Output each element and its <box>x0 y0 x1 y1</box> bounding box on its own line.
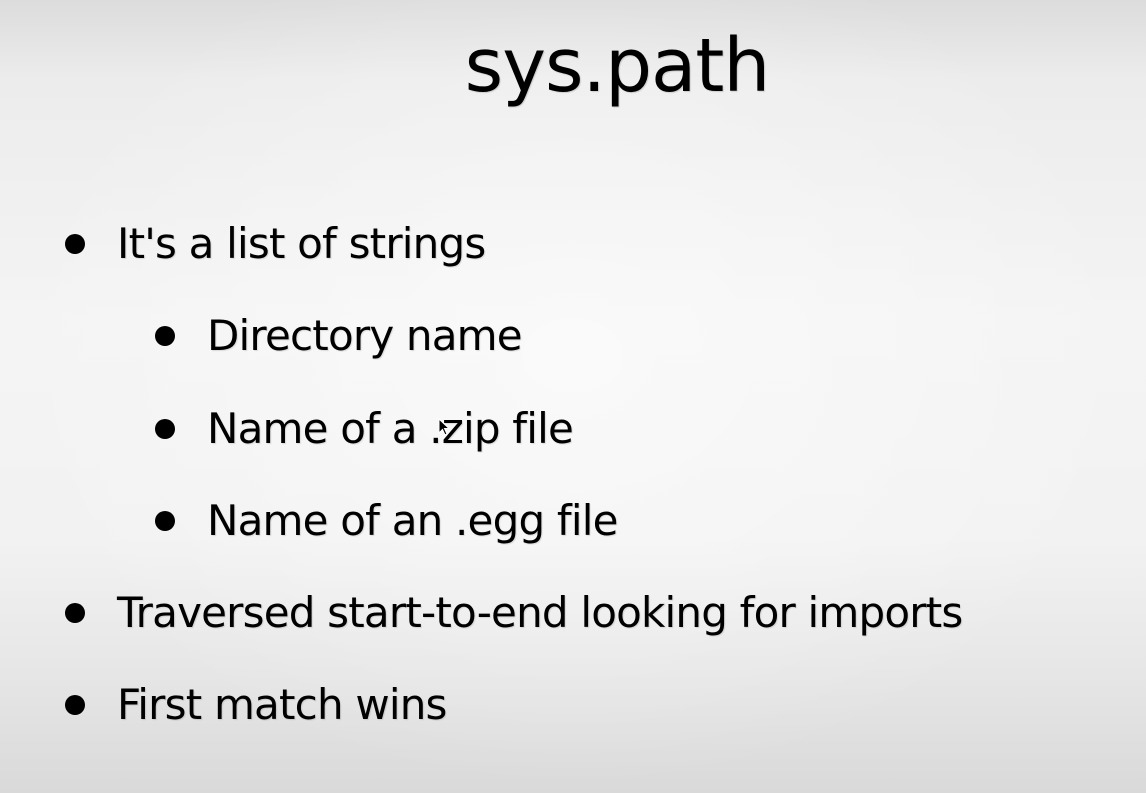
bullet-dot-icon <box>65 603 85 623</box>
bullet-item: It's a list of strings <box>65 214 486 274</box>
bullet-dot-icon <box>155 326 175 346</box>
sub-bullet-text: Name of an .egg file <box>207 496 618 545</box>
bullet-text: Traversed start-to-end looking for impor… <box>117 588 963 637</box>
mouse-pointer-icon <box>438 418 450 436</box>
slide-title: sys.path <box>464 23 771 109</box>
bullet-text: First match wins <box>117 680 447 729</box>
bullet-dot-icon <box>155 419 175 439</box>
sub-bullet-item: Name of an .egg file <box>155 491 618 551</box>
bullet-dot-icon <box>65 695 85 715</box>
sub-bullet-item: Directory name <box>155 306 523 366</box>
sub-bullet-text: Directory name <box>207 311 523 360</box>
bullet-item: Traversed start-to-end looking for impor… <box>65 583 963 643</box>
bullet-item: First match wins <box>65 675 447 735</box>
bullet-dot-icon <box>155 511 175 531</box>
bullet-dot-icon <box>65 234 85 254</box>
sub-bullet-text: Name of a .zip file <box>207 404 574 453</box>
bullet-text: It's a list of strings <box>117 219 486 268</box>
slide: sys.path It's a list of strings Director… <box>0 0 1146 793</box>
sub-bullet-item: Name of a .zip file <box>155 399 574 459</box>
